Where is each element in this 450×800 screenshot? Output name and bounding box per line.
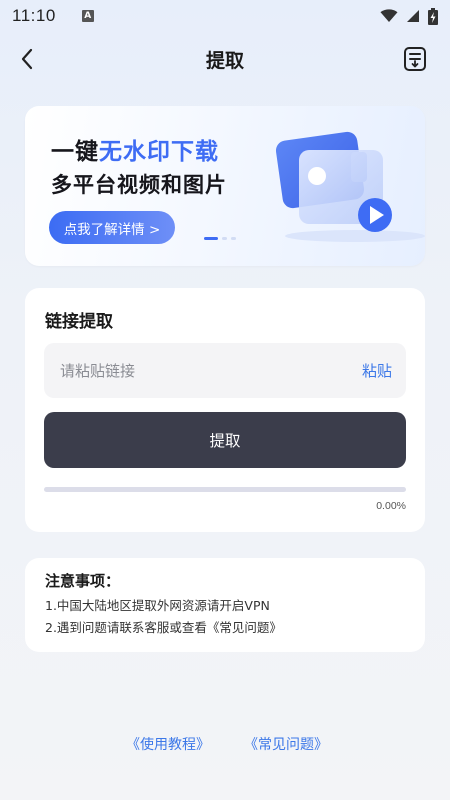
- banner-headline: 一键无水印下载: [51, 132, 219, 166]
- a-letter-icon: A: [81, 10, 94, 22]
- banner-headline-prefix: 一键: [51, 139, 99, 165]
- carousel-indicator: [204, 237, 236, 240]
- list-download-icon[interactable]: [402, 46, 428, 72]
- banner-headline-highlight: 无水印下载: [99, 139, 219, 165]
- notes-title: 注意事项：: [45, 572, 121, 590]
- promo-banner[interactable]: 一键无水印下载 多平台视频和图片 点我了解详情 >: [25, 106, 425, 266]
- wifi-icon: [380, 9, 398, 22]
- video-play-icon: [275, 131, 425, 242]
- signal-icon: [407, 10, 419, 22]
- carousel-dot: [231, 237, 236, 240]
- status-icons: [380, 7, 438, 25]
- progress-bar: [44, 487, 406, 492]
- extract-button[interactable]: 提取: [44, 412, 406, 468]
- faq-link[interactable]: 《常见问题》: [244, 734, 328, 754]
- carousel-dot: [222, 237, 227, 240]
- notes-item: 1.中国大陆地区提取外网资源请开启VPN: [45, 598, 270, 613]
- battery-charging-icon: [428, 7, 438, 25]
- status-time: 11:10: [12, 6, 56, 25]
- nav-bar: 提取: [0, 36, 450, 82]
- page-title: 提取: [205, 49, 244, 72]
- link-extract-title: 链接提取: [45, 312, 113, 332]
- banner-subheadline: 多平台视频和图片: [51, 173, 227, 197]
- link-input[interactable]: [44, 343, 344, 398]
- progress-percent: 0.00%: [376, 500, 406, 512]
- link-input-container: 粘贴: [44, 343, 406, 398]
- paste-button[interactable]: 粘贴: [362, 360, 392, 381]
- notes-item: 2.遇到问题请联系客服或查看《常见问题》: [45, 620, 282, 635]
- learn-more-button[interactable]: 点我了解详情 >: [49, 211, 175, 244]
- tutorial-link[interactable]: 《使用教程》: [126, 734, 210, 754]
- link-extract-card: 链接提取 粘贴 提取 0.00%: [25, 288, 425, 532]
- chevron-left-icon[interactable]: [16, 46, 40, 72]
- notes-card: 注意事项： 1.中国大陆地区提取外网资源请开启VPN 2.遇到问题请联系客服或查…: [25, 558, 425, 652]
- status-bar: 11:10 A: [0, 0, 450, 32]
- carousel-dot-active: [204, 237, 218, 240]
